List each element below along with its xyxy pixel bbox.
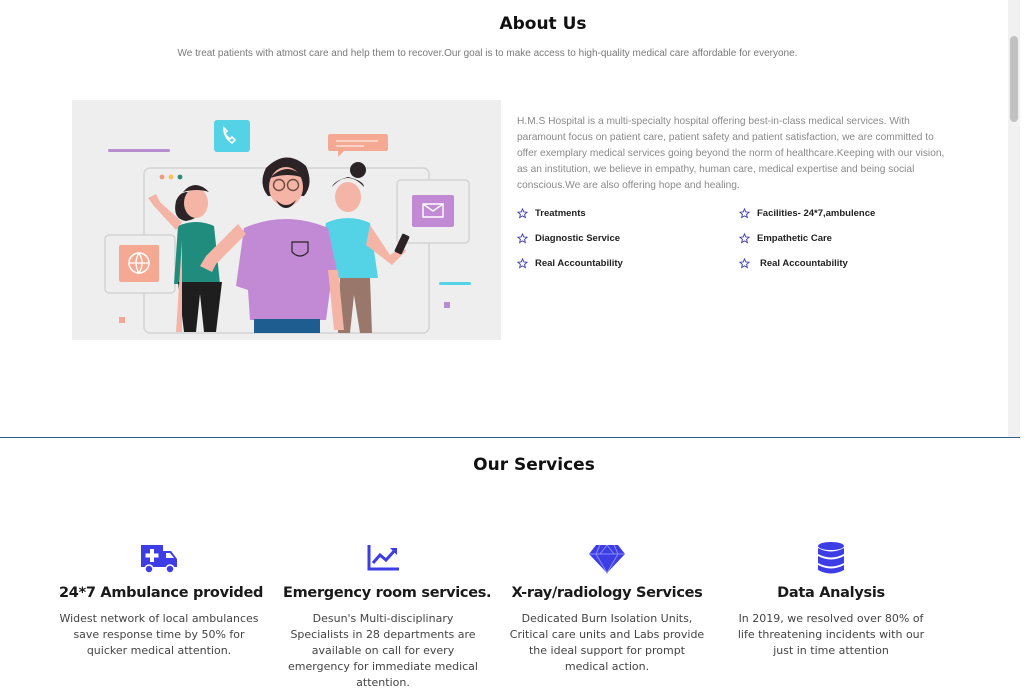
service-title: Emergency room services. bbox=[283, 585, 492, 601]
about-tagline: We treat patients with atmost care and h… bbox=[177, 48, 798, 59]
about-description: H.M.S Hospital is a multi-specialty hosp… bbox=[517, 116, 945, 191]
section-divider bbox=[0, 437, 1020, 438]
star-icon bbox=[517, 208, 528, 219]
service-title: X-ray/radiology Services bbox=[511, 585, 703, 601]
feature-item: Empathetic Care bbox=[739, 233, 832, 244]
people-illustration bbox=[72, 100, 501, 340]
feature-item: Real Accountability bbox=[517, 258, 623, 269]
ambulance-icon bbox=[141, 545, 177, 574]
service-text: Dedicated Burn Isolation Units, Critical… bbox=[509, 612, 705, 673]
chart-line-icon bbox=[367, 545, 399, 571]
feature-label: Treatments bbox=[535, 208, 586, 219]
gem-icon bbox=[589, 544, 625, 574]
service-card: X-ray/radiology Services Dedicated Burn … bbox=[507, 541, 707, 675]
scrollbar-thumb[interactable] bbox=[1010, 36, 1018, 122]
about-section: About Us We treat patients with atmost c… bbox=[0, 0, 1020, 437]
feature-label: Real Accountability bbox=[535, 258, 623, 269]
star-icon bbox=[739, 233, 750, 244]
service-title: 24*7 Ambulance provided bbox=[59, 585, 264, 601]
star-icon bbox=[739, 208, 750, 219]
feature-item: Diagnostic Service bbox=[517, 233, 620, 244]
service-title: Data Analysis bbox=[777, 585, 885, 601]
scrollbar[interactable] bbox=[1008, 0, 1020, 437]
service-text: Widest network of local ambulances save … bbox=[59, 612, 259, 657]
service-card: Emergency room services. Desun's Multi-d… bbox=[283, 541, 492, 691]
services-title: Our Services bbox=[473, 455, 595, 475]
star-icon bbox=[517, 233, 528, 244]
star-icon bbox=[739, 258, 750, 269]
service-card: Data Analysis In 2019, we resolved over … bbox=[731, 541, 931, 659]
service-text: Desun's Multi-disciplinary Specialists i… bbox=[288, 612, 478, 689]
about-illustration bbox=[72, 100, 501, 340]
services-section: Our Services 24*7 Ambulance provided Wid… bbox=[0, 443, 1032, 695]
feature-item: Real Accountability bbox=[739, 258, 848, 269]
database-icon bbox=[818, 542, 844, 574]
feature-label: Real Accountability bbox=[760, 258, 848, 269]
feature-label: Diagnostic Service bbox=[535, 233, 621, 244]
service-card: 24*7 Ambulance provided Widest network o… bbox=[59, 541, 264, 659]
feature-label: Facilities- 24*7,ambulence bbox=[757, 208, 876, 219]
feature-label: Empathetic Care bbox=[757, 233, 832, 244]
feature-item: Treatments bbox=[517, 208, 586, 219]
feature-item: Facilities- 24*7,ambulence bbox=[739, 208, 875, 219]
service-text: In 2019, we resolved over 80% of life th… bbox=[737, 612, 925, 657]
about-title: About Us bbox=[499, 14, 587, 34]
star-icon bbox=[517, 258, 528, 269]
